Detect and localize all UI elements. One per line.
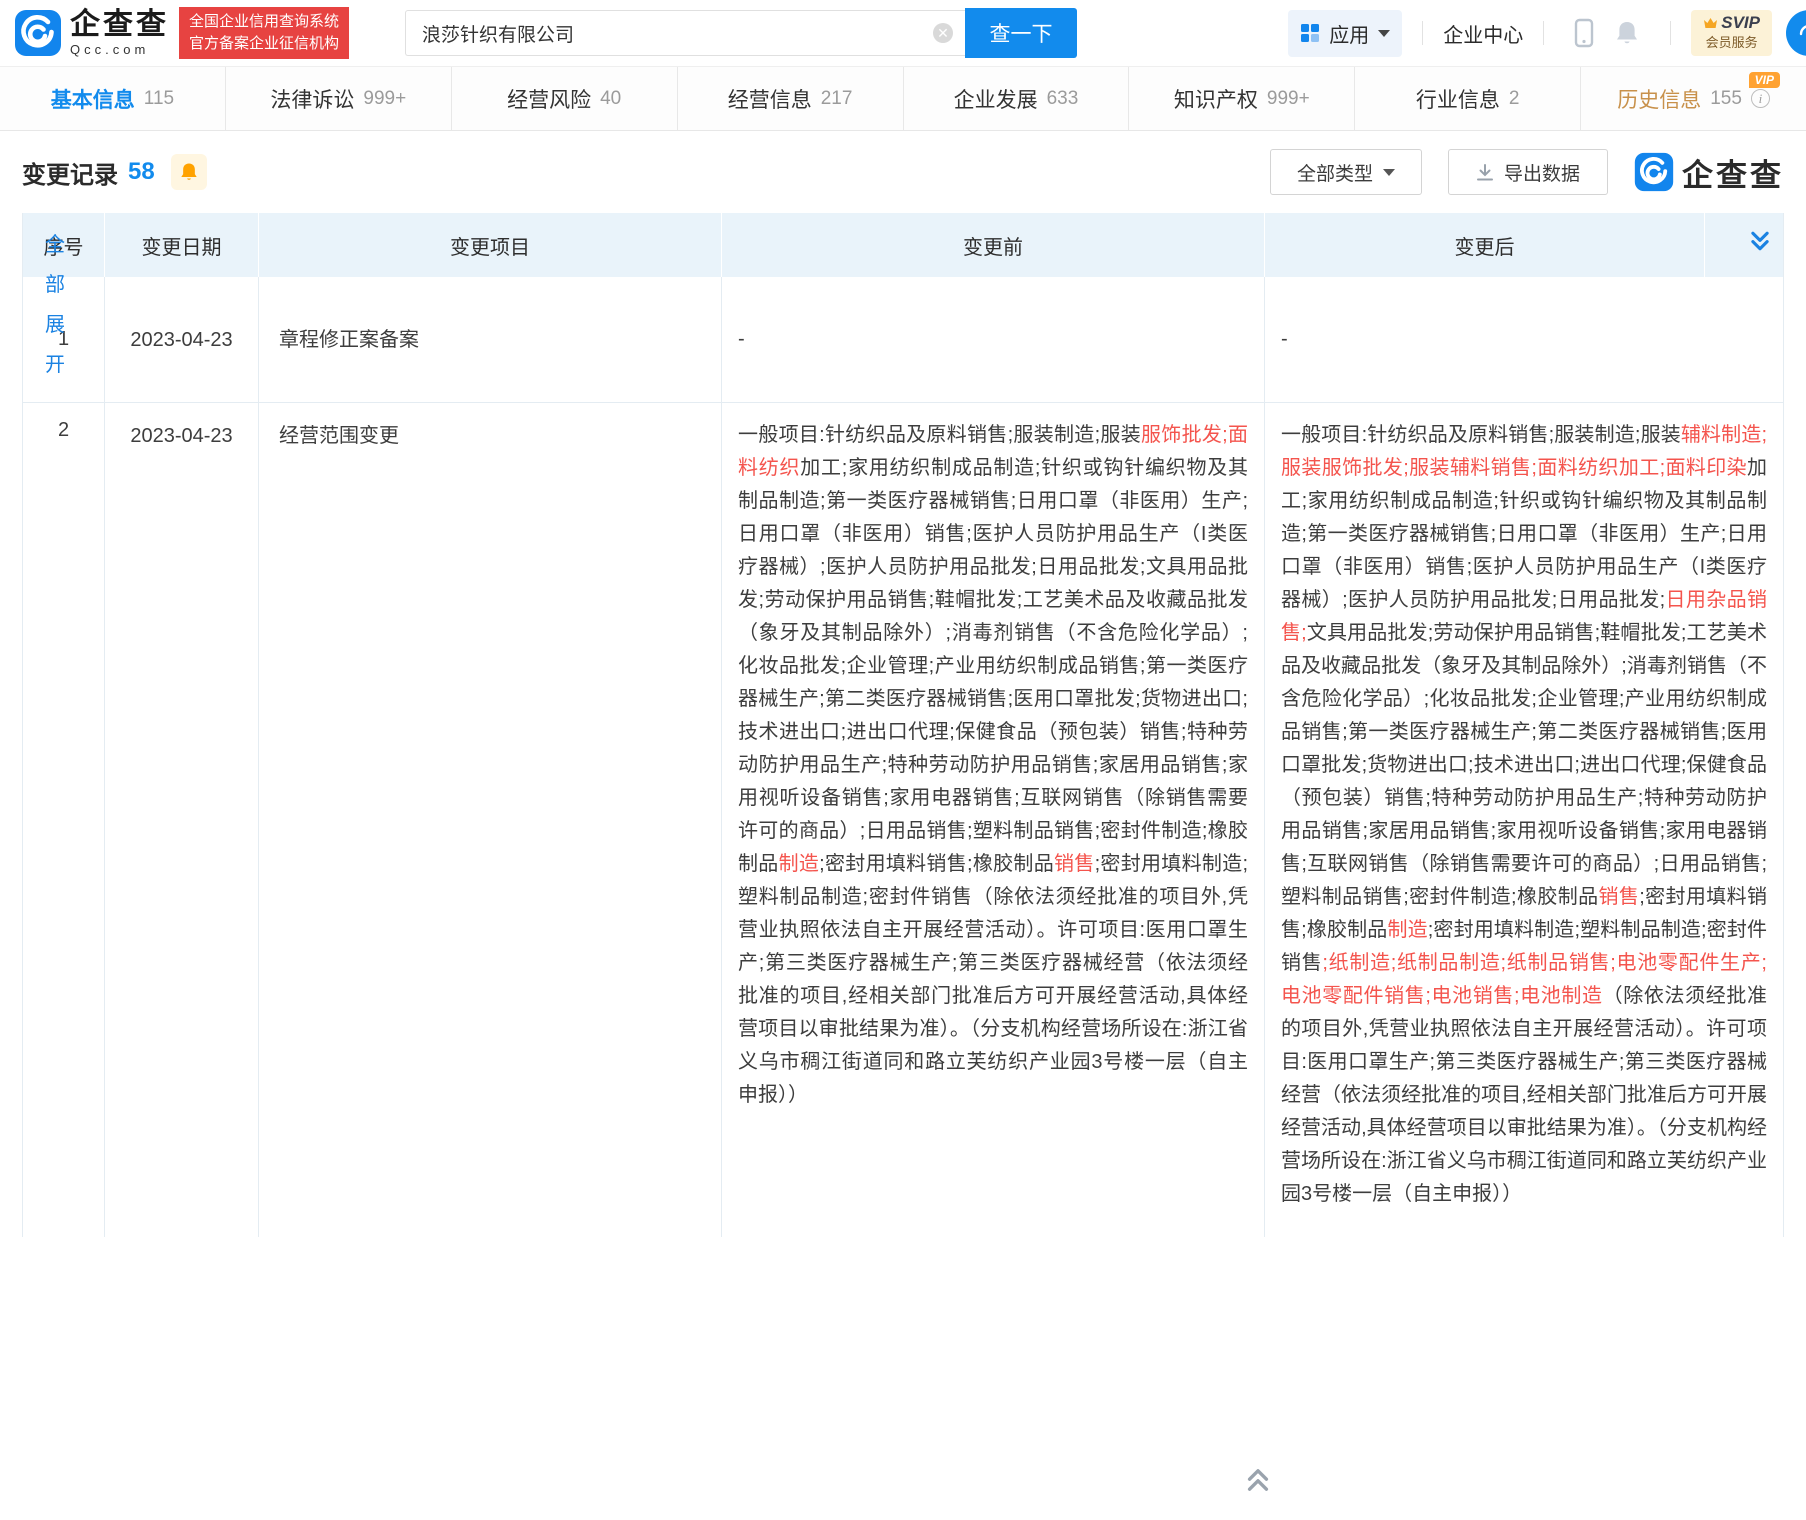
vip-badge: VIP [1749, 72, 1780, 88]
phone-icon [1574, 18, 1594, 48]
table-row: 1 2023-04-23 章程修正案备案 - - [23, 277, 1783, 403]
qcc-watermark-logo: 企查查 [1634, 150, 1784, 195]
top-header: 企查查 Qcc.com 全国企业信用查询系统 官方备案企业征信机构 ✕ 查一下 … [0, 0, 1806, 66]
column-header-before: 变更前 [722, 213, 1265, 277]
brand-domain: Qcc.com [70, 42, 169, 57]
gov-credential-badge: 全国企业信用查询系统 官方备案企业征信机构 [179, 7, 349, 59]
change-records-table: 序号 变更日期 变更项目 变更前 变更后 全部展开 1 2023-04-23 章… [22, 213, 1784, 1237]
monitor-bell-button[interactable] [171, 154, 207, 190]
mobile-app-button[interactable] [1574, 18, 1594, 48]
double-chevron-up-icon[interactable] [1245, 1467, 1271, 1493]
row-change-item: 章程修正案备案 [259, 277, 722, 402]
enterprise-center-link[interactable]: 企业中心 [1443, 19, 1523, 48]
row-before-value: 一般项目:针纺织品及原料销售;服装制造;服装服饰批发;面料纺织加工;家用纺织制成… [722, 403, 1265, 1237]
table-header-row: 序号 变更日期 变更项目 变更前 变更后 [23, 213, 1783, 277]
search-input[interactable] [405, 10, 965, 56]
download-icon [1476, 163, 1494, 182]
row-change-item: 经营范围变更 [259, 403, 722, 1237]
row-before-value: - [722, 277, 1265, 402]
svip-member-button[interactable]: SVIP 会员服务 [1691, 10, 1772, 56]
column-header-after: 变更后 [1265, 213, 1705, 277]
type-filter-dropdown[interactable]: 全部类型 [1270, 149, 1422, 195]
row-date: 2023-04-23 [105, 403, 259, 1237]
bell-icon [179, 161, 199, 183]
bell-icon [1614, 19, 1640, 47]
notifications-button[interactable] [1614, 19, 1640, 47]
divider [1422, 21, 1423, 45]
row-after-value: 一般项目:针纺织品及原料销售;服装制造;服装辅料制造;服装服饰批发;服装辅料销售… [1265, 403, 1783, 1237]
row-no: 2 [23, 403, 105, 1237]
clear-search-icon[interactable]: ✕ [933, 23, 953, 43]
record-count: 58 [128, 158, 155, 186]
tab-history-info[interactable]: VIP 历史信息155 i [1581, 67, 1806, 130]
grid-icon [1300, 23, 1320, 43]
apps-menu-button[interactable]: 应用 [1288, 10, 1402, 57]
qcc-swirl-icon [1634, 152, 1674, 192]
double-chevron-down-icon[interactable] [1749, 230, 1771, 252]
chevron-down-icon [1383, 169, 1395, 176]
company-detail-tabs: 基本信息115 法律诉讼999+ 经营风险40 经营信息217 企业发展633 … [0, 66, 1806, 131]
tab-intellectual-property[interactable]: 知识产权999+ [1129, 67, 1355, 130]
divider [1543, 21, 1544, 45]
column-header-item: 变更项目 [259, 213, 722, 277]
qcc-logo[interactable]: 企查查 Qcc.com [14, 9, 169, 57]
info-circle-icon[interactable]: i [1751, 89, 1770, 108]
tab-basic-info[interactable]: 基本信息115 [0, 67, 226, 130]
brand-name: 企查查 [70, 10, 169, 40]
tab-industry-info[interactable]: 行业信息2 [1355, 67, 1581, 130]
tab-enterprise-development[interactable]: 企业发展633 [904, 67, 1130, 130]
table-row: 2 2023-04-23 经营范围变更 一般项目:针纺织品及原料销售;服装制造;… [23, 403, 1783, 1237]
expand-all-button[interactable]: 全部展开 [43, 225, 67, 385]
divider [1670, 21, 1671, 45]
tab-operation-info[interactable]: 经营信息217 [678, 67, 904, 130]
row-date: 2023-04-23 [105, 277, 259, 402]
row-after-value: - [1265, 277, 1783, 402]
search-button[interactable]: 查一下 [965, 8, 1077, 58]
tab-legal-litigation[interactable]: 法律诉讼999+ [226, 67, 452, 130]
tab-operation-risk[interactable]: 经营风险40 [452, 67, 678, 130]
section-title: 变更记录 [22, 155, 118, 190]
crown-icon [1703, 17, 1718, 29]
qcc-swirl-icon [14, 9, 62, 57]
chevron-down-icon [1378, 30, 1390, 37]
customer-service-avatar[interactable] [1786, 10, 1806, 56]
apps-label: 应用 [1329, 19, 1369, 48]
column-header-date: 变更日期 [105, 213, 259, 277]
expand-all-control [1705, 213, 1783, 277]
export-data-button[interactable]: 导出数据 [1448, 149, 1608, 195]
